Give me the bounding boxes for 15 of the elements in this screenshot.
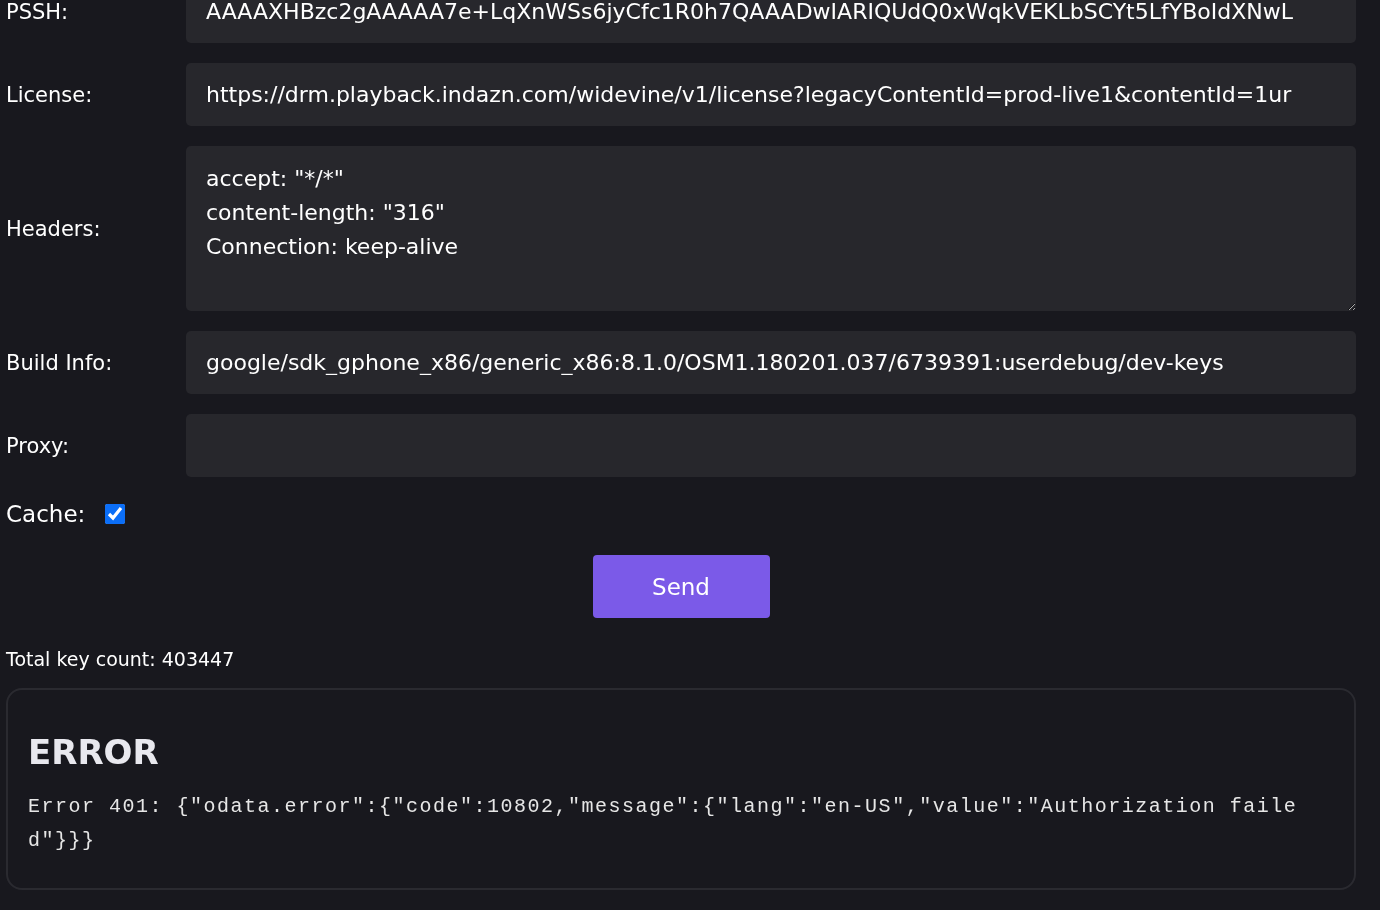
key-count: Total key count: 403447 [6, 648, 236, 670]
field-label: Proxy: [6, 433, 71, 458]
field-label: PSSH: [6, 0, 70, 24]
cache-checkbox[interactable] [105, 504, 126, 524]
field-label: License: [6, 82, 94, 107]
text-field[interactable]: google/sdk_gphone_x86/generic_x86:8.1.0/OSM1.180201.037/6739391:userdebug/dev-keys [186, 331, 1356, 394]
field-label: Headers: [6, 216, 102, 241]
field-label: Cache: [6, 501, 86, 527]
send-button[interactable]: Send [592, 555, 770, 618]
text-field[interactable]: https://drm.playback.indazn.com/widevine/v1/license?legacyContentId=prod-live1&contentId=1ur [186, 63, 1356, 126]
error-title: ERROR [28, 732, 160, 772]
headers-textarea[interactable]: accept: "*/*" content-length: "316" Connection: keep-alive [186, 146, 1356, 311]
error-message: Error 401: {"odata.error":{"code":10802,"message":{"lang":"en-US","value":"Authorization failed"}}} [28, 794, 1299, 854]
field-label: Build Info: [6, 350, 114, 375]
text-field[interactable]: AAAAXHBzc2gAAAAA7e+LqXnWSs6jyCfc1R0h7QAAADwIARIQUdQ0xWqkVEKLbSCYt5LfYBoIdXNwL [186, 0, 1356, 43]
